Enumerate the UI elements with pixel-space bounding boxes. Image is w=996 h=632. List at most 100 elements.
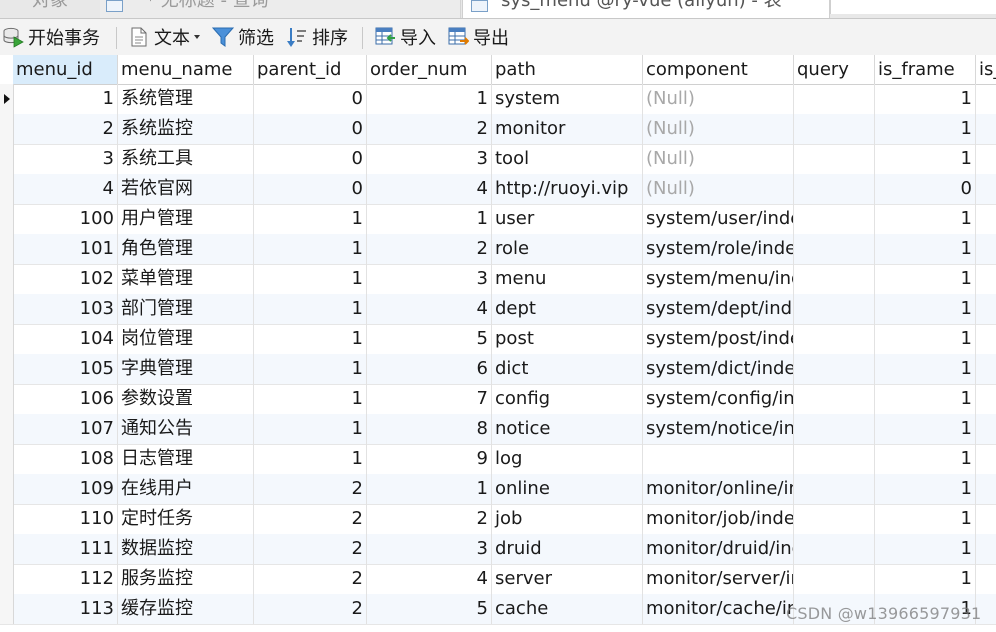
cell-parent-id[interactable]: 1 — [254, 324, 367, 354]
cell-truncated-column[interactable] — [976, 414, 996, 444]
cell-truncated-column[interactable] — [976, 354, 996, 384]
cell-menu-name[interactable]: 系统工具 — [118, 144, 254, 174]
table-row[interactable]: 104岗位管理15postsystem/post/index1 — [0, 324, 996, 355]
cell-parent-id[interactable]: 2 — [254, 504, 367, 534]
export-button[interactable]: 导出 — [447, 24, 509, 50]
cell-truncated-column[interactable] — [976, 264, 996, 294]
cell-truncated-column[interactable] — [976, 474, 996, 504]
cell-menu-id[interactable]: 3 — [13, 144, 118, 174]
cell-menu-id[interactable]: 2 — [13, 114, 118, 144]
table-row[interactable]: 112服务监控24servermonitor/server/index 1 — [0, 564, 996, 595]
cell-query[interactable] — [794, 114, 875, 144]
cell-path[interactable]: dict — [492, 354, 643, 384]
cell-component[interactable]: system/menu/index — [643, 264, 794, 294]
cell-is-frame[interactable]: 1 — [875, 84, 976, 114]
cell-menu-id[interactable]: 109 — [13, 474, 118, 504]
cell-menu-id[interactable]: 102 — [13, 264, 118, 294]
cell-query[interactable] — [794, 384, 875, 414]
cell-parent-id[interactable]: 2 — [254, 594, 367, 624]
cell-is-frame[interactable]: 1 — [875, 474, 976, 504]
cell-order-num[interactable]: 5 — [367, 324, 492, 354]
cell-path[interactable]: menu — [492, 264, 643, 294]
cell-menu-name[interactable]: 系统监控 — [118, 114, 254, 144]
cell-is-frame[interactable]: 1 — [875, 294, 976, 324]
cell-truncated-column[interactable] — [976, 444, 996, 474]
cell-is-frame[interactable]: 1 — [875, 414, 976, 444]
cell-menu-id[interactable]: 113 — [13, 594, 118, 624]
cell-menu-id[interactable]: 105 — [13, 354, 118, 384]
column-header[interactable]: parent_id — [254, 55, 367, 84]
table-row[interactable]: 102菜单管理13menusystem/menu/index1 — [0, 264, 996, 295]
cell-path[interactable]: druid — [492, 534, 643, 564]
cell-component[interactable]: monitor/druid/index — [643, 534, 794, 564]
cell-truncated-column[interactable] — [976, 564, 996, 594]
row-indicator[interactable] — [0, 504, 14, 534]
cell-parent-id[interactable]: 1 — [254, 294, 367, 324]
cell-order-num[interactable]: 4 — [367, 564, 492, 594]
row-indicator[interactable] — [0, 354, 14, 384]
cell-is-frame[interactable]: 1 — [875, 144, 976, 174]
table-row[interactable]: 101 角色管理 1 2 role system/role/index 1 — [0, 234, 996, 265]
row-indicator[interactable] — [0, 594, 14, 624]
cell-menu-name[interactable]: 用户管理 — [118, 204, 254, 234]
cell-path[interactable]: monitor — [492, 114, 643, 144]
cell-path[interactable]: user — [492, 204, 643, 234]
cell-query[interactable] — [794, 354, 875, 384]
text-view-button[interactable]: 文本 — [128, 24, 200, 50]
column-header[interactable]: query — [794, 55, 875, 84]
cell-is-frame[interactable]: 1 — [875, 354, 976, 384]
cell-is-frame[interactable]: 1 — [875, 324, 976, 354]
table-row[interactable]: 108 日志管理 1 9 log 1 — [0, 444, 996, 475]
cell-menu-name[interactable]: 岗位管理 — [118, 324, 254, 354]
row-indicator[interactable] — [0, 444, 14, 474]
cell-component[interactable]: system/post/index — [643, 324, 794, 354]
cell-menu-id[interactable]: 111 — [13, 534, 118, 564]
row-indicator[interactable] — [0, 144, 14, 174]
cell-menu-id[interactable]: 110 — [13, 504, 118, 534]
cell-is-frame[interactable]: 1 — [875, 564, 976, 594]
cell-component[interactable]: monitor/server/index — [643, 564, 794, 594]
cell-component[interactable]: (Null) — [643, 174, 794, 204]
cell-menu-id[interactable]: 107 — [13, 414, 118, 444]
cell-component[interactable]: (Null) — [643, 114, 794, 144]
cell-is-frame[interactable]: 0 — [875, 174, 976, 204]
cell-parent-id[interactable]: 0 — [254, 84, 367, 114]
row-indicator[interactable] — [0, 234, 14, 264]
sort-button[interactable]: 排序 — [286, 24, 348, 50]
cell-menu-name[interactable]: 数据监控 — [118, 534, 254, 564]
cell-menu-id[interactable]: 101 — [13, 234, 118, 264]
cell-truncated-column[interactable] — [976, 84, 996, 114]
cell-query[interactable] — [794, 564, 875, 594]
column-header[interactable]: order_num — [367, 55, 492, 84]
cell-parent-id[interactable]: 1 — [254, 264, 367, 294]
row-indicator[interactable] — [0, 414, 14, 444]
cell-truncated-column[interactable] — [976, 174, 996, 204]
table-row[interactable]: 2 系统监控 0 2 monitor (Null) 1 — [0, 114, 996, 145]
cell-order-num[interactable]: 4 — [367, 294, 492, 324]
cell-path[interactable]: job — [492, 504, 643, 534]
cell-order-num[interactable]: 1 — [367, 474, 492, 504]
tab-objects[interactable]: 对象 — [32, 0, 92, 18]
cell-parent-id[interactable]: 1 — [254, 414, 367, 444]
table-row[interactable]: 100用户管理11usersystem/user/index1 — [0, 204, 996, 235]
cell-menu-name[interactable]: 日志管理 — [118, 444, 254, 474]
row-indicator[interactable] — [0, 564, 14, 594]
cell-menu-id[interactable]: 1 — [13, 84, 118, 114]
cell-is-frame[interactable]: 1 — [875, 444, 976, 474]
cell-menu-name[interactable]: 菜单管理 — [118, 264, 254, 294]
cell-truncated-column[interactable] — [976, 204, 996, 234]
column-header[interactable]: is_frame — [875, 55, 976, 84]
cell-path[interactable]: online — [492, 474, 643, 504]
cell-truncated-column[interactable] — [976, 534, 996, 564]
cell-is-frame[interactable]: 1 — [875, 204, 976, 234]
cell-truncated-column[interactable] — [976, 324, 996, 354]
row-indicator[interactable] — [0, 84, 14, 114]
cell-component[interactable]: system/dict/index — [643, 354, 794, 384]
cell-path[interactable]: config — [492, 384, 643, 414]
cell-query[interactable] — [794, 234, 875, 264]
filter-button[interactable]: 筛选 — [211, 24, 274, 50]
cell-order-num[interactable]: 8 — [367, 414, 492, 444]
import-button[interactable]: 导入 — [374, 24, 436, 50]
cell-order-num[interactable]: 9 — [367, 444, 492, 474]
cell-truncated-column[interactable] — [976, 384, 996, 414]
